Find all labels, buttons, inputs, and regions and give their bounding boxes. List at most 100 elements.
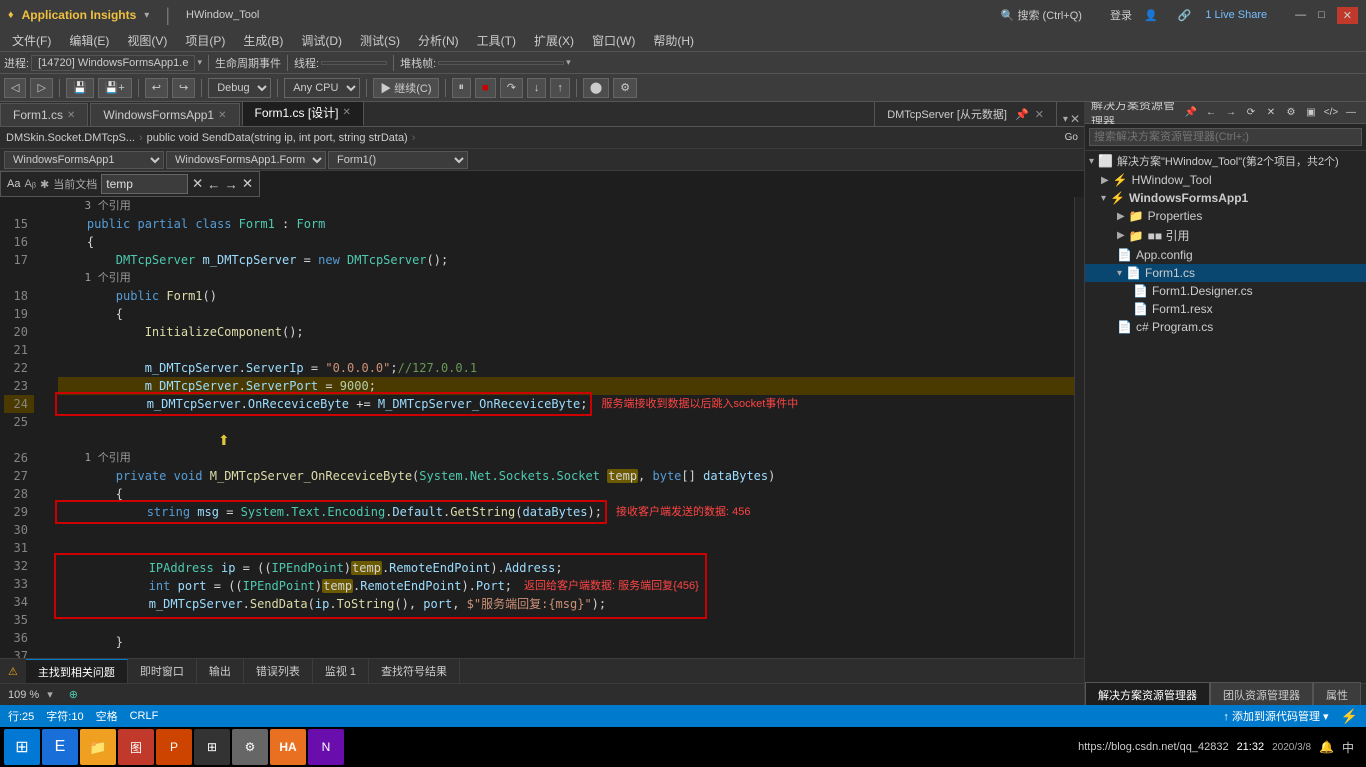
find-input[interactable] <box>101 174 188 194</box>
se-project-wfa[interactable]: ▾ ⚡ WindowsFormsApp1 <box>1085 189 1366 207</box>
menu-test[interactable]: 测试(S) <box>352 30 408 51</box>
bottom-tab-output[interactable]: 输出 <box>197 659 244 683</box>
close-btn[interactable]: ✕ <box>1337 7 1358 24</box>
tab-design-close[interactable]: ✕ <box>343 107 351 118</box>
menu-project[interactable]: 项目(P) <box>177 30 233 51</box>
menu-analyze[interactable]: 分析(N) <box>410 30 467 51</box>
nav-namespace-select[interactable]: WindowsFormsApp1 <box>4 151 164 169</box>
taskbar-settings[interactable]: ⚙ <box>232 729 268 765</box>
tab-dmtcp-close[interactable]: ✕ <box>1035 108 1044 121</box>
tab-form1cs[interactable]: Form1.cs ✕ <box>0 103 88 126</box>
menu-edit[interactable]: 编辑(E) <box>61 30 117 51</box>
menu-window[interactable]: 窗口(W) <box>584 30 643 51</box>
find-next-btn[interactable]: → <box>225 177 238 192</box>
bottom-tab-errors[interactable]: 错误列表 <box>244 659 313 683</box>
tab-windowsformsapp1[interactable]: WindowsFormsApp1 ✕ <box>90 103 239 126</box>
se-maximize-icon[interactable]: ▣ <box>1302 104 1320 122</box>
se-bottom-tab-team[interactable]: 团队资源管理器 <box>1210 682 1313 705</box>
save-btn[interactable]: 💾 <box>66 78 94 98</box>
process-selector[interactable]: [14720] WindowsFormsApp1.e <box>31 55 195 71</box>
tab-form1cs-close[interactable]: ✕ <box>67 110 75 121</box>
menu-view[interactable]: 视图(V) <box>119 30 175 51</box>
undo-btn[interactable]: ↩ <box>145 78 168 98</box>
taskbar-win[interactable]: ⊞ <box>194 729 230 765</box>
step-into-btn[interactable]: ↓ <box>527 78 547 98</box>
login-label[interactable]: 登录 <box>1110 7 1132 23</box>
se-bottom-tab-props[interactable]: 属性 <box>1313 682 1361 705</box>
taskbar-ppt[interactable]: P <box>156 729 192 765</box>
tab-wfa-close[interactable]: ✕ <box>218 110 226 121</box>
menu-file[interactable]: 文件(F) <box>4 30 59 51</box>
bottom-tab-findsym[interactable]: 查找符号结果 <box>369 659 460 683</box>
se-form1cs[interactable]: ▾ 📄 Form1.cs <box>1085 264 1366 282</box>
redo-btn[interactable]: ↪ <box>172 78 195 98</box>
step-over-btn[interactable]: ↷ <box>500 78 523 98</box>
taskbar-ha[interactable]: HA <box>270 729 306 765</box>
se-project-hwindow[interactable]: ▶ ⚡ HWindow_Tool <box>1085 171 1366 189</box>
find-close2-btn[interactable]: ✕ <box>242 176 253 192</box>
menu-debug[interactable]: 调试(D) <box>293 30 350 51</box>
se-forward-icon[interactable]: → <box>1222 104 1240 122</box>
step-out-btn[interactable]: ↑ <box>550 78 570 98</box>
tab-dmtcp[interactable]: DMTcpServer [从元数据] 📌 ✕ <box>874 102 1057 126</box>
se-close-icon[interactable]: ✕ <box>1262 104 1280 122</box>
start-btn[interactable]: ⊞ <box>4 729 40 765</box>
se-gear-icon[interactable]: ⚙ <box>1282 104 1300 122</box>
save-all-btn[interactable]: 💾+ <box>98 78 132 98</box>
stop-btn[interactable]: ■ <box>475 78 496 98</box>
process-dropdown[interactable]: ▾ <box>197 57 202 68</box>
live-share-label[interactable]: 1 Live Share <box>1205 9 1267 21</box>
tab-list-btn[interactable]: ▾ <box>1063 114 1068 125</box>
continue-btn[interactable]: ▶ 继续(C) <box>373 78 438 98</box>
bottom-tab-immediate[interactable]: 即时窗口 <box>128 659 197 683</box>
taskbar-app1[interactable]: 图 <box>118 729 154 765</box>
app-insights-dropdown[interactable]: ▾ <box>144 10 149 21</box>
se-search-input[interactable] <box>1089 128 1362 146</box>
find-close-btn[interactable]: ✕ <box>192 176 203 192</box>
se-bottom-tab-se[interactable]: 解决方案资源管理器 <box>1085 682 1210 705</box>
se-form1resx[interactable]: 📄 Form1.resx <box>1085 300 1366 318</box>
tab-form1-design[interactable]: Form1.cs [设计] ✕ <box>242 102 364 126</box>
nav-member-select[interactable]: Form1() <box>328 151 468 169</box>
taskbar-vs[interactable]: N <box>308 729 344 765</box>
stack-selector[interactable] <box>438 61 564 65</box>
debug-mode-select[interactable]: Debug <box>208 78 271 98</box>
menu-tools[interactable]: 工具(T) <box>469 30 524 51</box>
search-box[interactable]: 🔍 搜索 (Ctrl+Q) <box>1001 7 1082 23</box>
se-appconfig[interactable]: 📄 App.config <box>1085 246 1366 264</box>
bottom-tab-watch[interactable]: 监视 1 <box>313 659 369 683</box>
forward-btn[interactable]: ▷ <box>30 78 52 98</box>
se-refs-folder[interactable]: ▶ 📁 ■■ 引用 <box>1085 225 1366 246</box>
nav-class-select[interactable]: WindowsFormsApp1.Form1 <box>166 151 326 169</box>
thread-selector[interactable] <box>321 61 387 65</box>
taskbar-notif[interactable]: 🔔 <box>1319 740 1334 754</box>
taskbar-edge[interactable]: E <box>42 729 78 765</box>
taskbar-lang[interactable]: 中 <box>1342 739 1354 756</box>
code-content[interactable]: 3 个引用 public partial class Form1 : Form … <box>54 197 1074 658</box>
tab-dmtcp-pin[interactable]: 📌 <box>1015 108 1029 121</box>
cpu-select[interactable]: Any CPU <box>284 78 360 98</box>
tab-close-all-btn[interactable]: ✕ <box>1070 112 1080 126</box>
settings-btn[interactable]: ⚙ <box>613 78 637 98</box>
taskbar-explorer[interactable]: 📁 <box>80 729 116 765</box>
menu-build[interactable]: 生成(B) <box>235 30 291 51</box>
se-minus-icon[interactable]: — <box>1342 104 1360 122</box>
find-prev-btn[interactable]: ← <box>207 177 220 192</box>
menu-extensions[interactable]: 扩展(X) <box>526 30 582 51</box>
stack-dropdown[interactable]: ▾ <box>566 57 571 68</box>
bottom-tab-problems[interactable]: 主找到相关问题 <box>26 659 128 684</box>
add-source-label[interactable]: ↑ 添加到源代码管理 ▾ <box>1223 708 1328 724</box>
se-sync-icon[interactable]: ⟳ <box>1242 104 1260 122</box>
go-button[interactable]: Go <box>1065 132 1078 143</box>
se-properties-folder[interactable]: ▶ 📁 Properties <box>1085 207 1366 225</box>
se-pin-icon[interactable]: 📌 <box>1182 104 1200 122</box>
menu-help[interactable]: 帮助(H) <box>645 30 702 51</box>
se-back-icon[interactable]: ← <box>1202 104 1220 122</box>
se-solution-root[interactable]: ▾ ⬜ 解决方案"HWindow_Tool"(第2个项目，共2个) <box>1085 151 1366 171</box>
back-btn[interactable]: ◁ <box>4 78 26 98</box>
maximize-btn[interactable]: □ <box>1318 9 1325 21</box>
breakpoint-btn[interactable]: ⬤ <box>583 78 609 98</box>
se-form1designer[interactable]: 📄 Form1.Designer.cs <box>1085 282 1366 300</box>
zoom-icon[interactable]: ⊕ <box>69 688 78 701</box>
se-code-icon[interactable]: </> <box>1322 104 1340 122</box>
